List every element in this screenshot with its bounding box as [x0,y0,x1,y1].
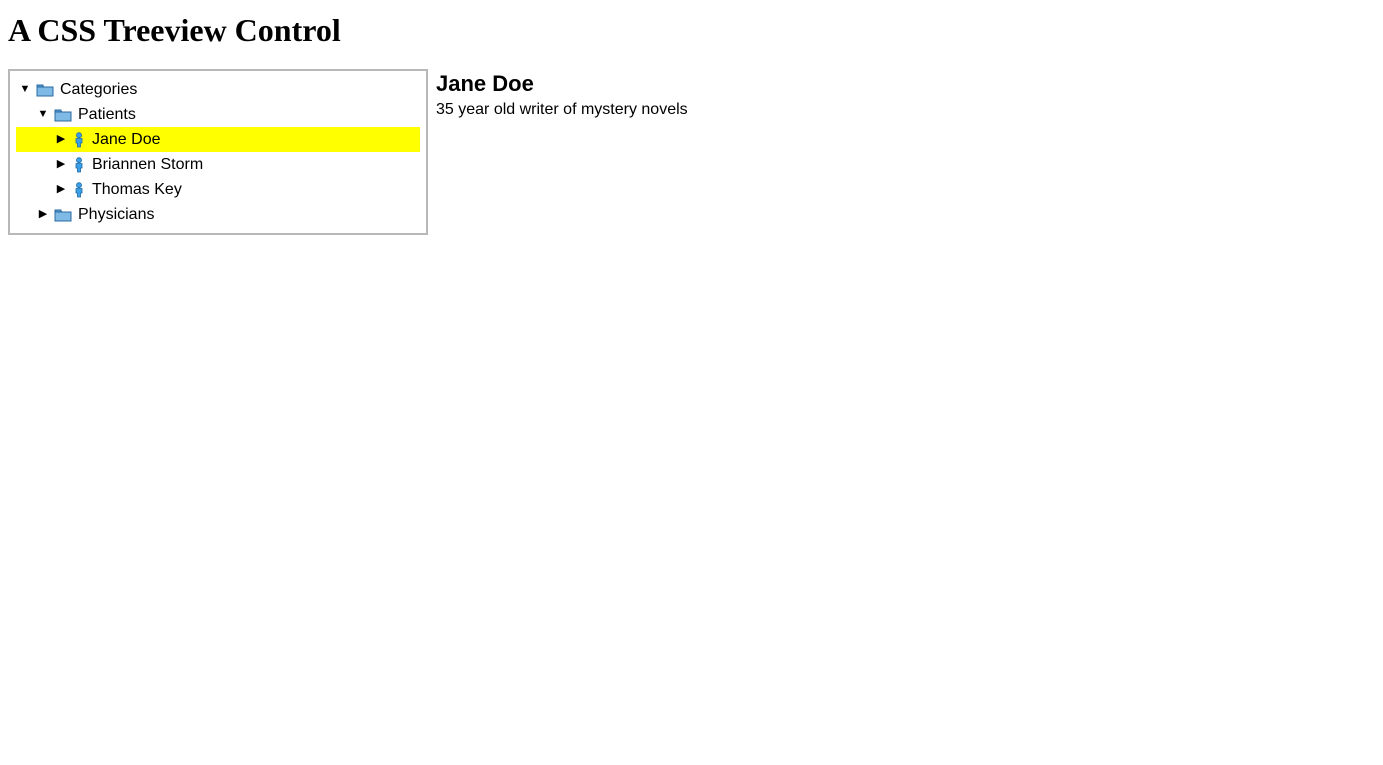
folder-icon [54,207,72,223]
tree-node-physicians[interactable]: Physicians [16,202,420,227]
tree-label: Jane Doe [92,131,161,149]
detail-description: 35 year old writer of mystery novels [436,101,928,119]
person-icon [72,157,86,173]
expand-toggle-icon[interactable] [54,184,68,195]
person-icon [72,182,86,198]
person-icon [72,132,86,148]
tree-node-categories[interactable]: Categories [16,77,420,102]
tree-node-patients[interactable]: Patients [16,102,420,127]
detail-panel: Jane Doe 35 year old writer of mystery n… [428,69,928,119]
tree-node-patient-jane-doe[interactable]: Jane Doe [16,127,420,152]
expand-toggle-icon[interactable] [54,134,68,145]
treeview: Categories Patients Jane Doe [8,69,428,235]
expand-toggle-icon[interactable] [36,209,50,220]
expand-toggle-icon[interactable] [18,84,32,95]
tree-label: Patients [78,106,136,124]
expand-toggle-icon[interactable] [54,159,68,170]
expand-toggle-icon[interactable] [36,109,50,120]
tree-label: Physicians [78,206,154,224]
page-title: A CSS Treeview Control [8,12,1375,49]
folder-icon [36,82,54,98]
folder-icon [54,107,72,123]
main-layout: Categories Patients Jane Doe [8,69,1375,235]
tree-label: Categories [60,81,137,99]
tree-label: Thomas Key [92,181,182,199]
tree-label: Briannen Storm [92,156,203,174]
detail-title: Jane Doe [436,71,928,97]
tree-node-patient-thomas-key[interactable]: Thomas Key [16,177,420,202]
tree-node-patient-briannen-storm[interactable]: Briannen Storm [16,152,420,177]
